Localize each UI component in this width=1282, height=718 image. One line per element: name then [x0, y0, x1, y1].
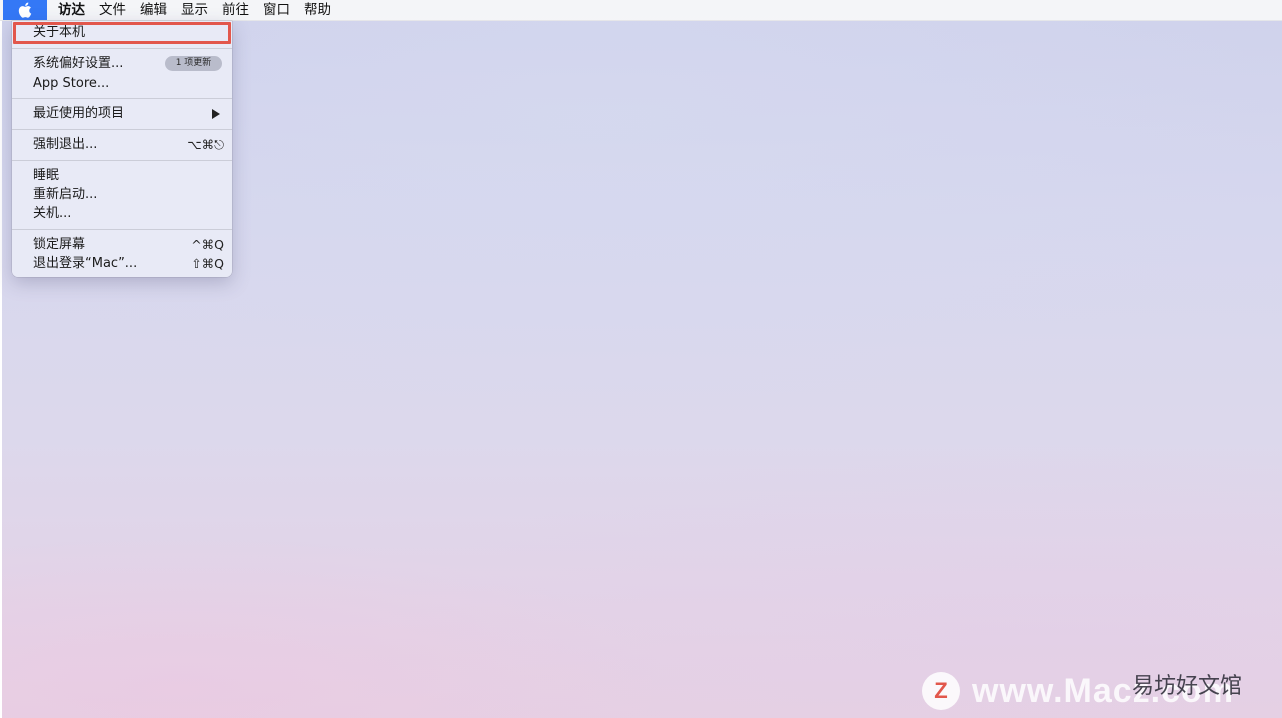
- menu-item-app-store[interactable]: App Store...: [12, 74, 232, 93]
- shortcut-label: ⇧⌘Q: [191, 256, 224, 271]
- annotation-highlight-box: [13, 22, 231, 44]
- menu-item-label: 睡眠: [33, 168, 60, 183]
- menu-separator: [12, 229, 232, 230]
- menubar-edit[interactable]: 编辑: [133, 0, 174, 20]
- watermark-logo-letter: Z: [934, 678, 948, 703]
- menubar-help[interactable]: 帮助: [297, 0, 338, 20]
- watermark-logo-icon: Z: [922, 672, 960, 710]
- menu-bar: 访达 文件 编辑 显示 前往 窗口 帮助: [0, 0, 1282, 21]
- watermark-site-name: 易坊好文馆: [1132, 674, 1243, 699]
- menu-item-label: App Store...: [33, 76, 110, 91]
- menu-separator: [12, 98, 232, 99]
- menu-item-restart[interactable]: 重新启动...: [12, 185, 232, 204]
- menu-item-recent-items[interactable]: 最近使用的项目: [12, 104, 232, 123]
- update-badge: 1 项更新: [165, 56, 222, 71]
- menu-item-system-preferences[interactable]: 系统偏好设置... 1 项更新: [12, 54, 232, 73]
- menu-item-lock-screen[interactable]: 锁定屏幕 ^⌘Q: [12, 235, 232, 254]
- menu-item-label: 重新启动...: [33, 187, 98, 202]
- shortcut-label: ^⌘Q: [191, 237, 224, 252]
- apple-dropdown-menu: 关于本机 系统偏好设置... 1 项更新 App Store... 最近使用的项…: [12, 21, 232, 277]
- menubar-file[interactable]: 文件: [92, 0, 133, 20]
- menu-item-label: 退出登录“Mac”...: [33, 256, 138, 271]
- apple-logo-icon: [18, 2, 32, 18]
- shortcut-label: ⌥⌘⎋: [187, 137, 224, 152]
- menu-item-label: 关机...: [33, 206, 72, 221]
- menu-separator: [12, 48, 232, 49]
- menu-separator: [12, 160, 232, 161]
- menu-item-sleep[interactable]: 睡眠: [12, 166, 232, 185]
- menu-item-label: 系统偏好设置...: [33, 56, 124, 71]
- menu-item-label: 最近使用的项目: [33, 106, 125, 121]
- menubar-go[interactable]: 前往: [215, 0, 256, 20]
- menu-item-label: 锁定屏幕: [33, 237, 86, 252]
- menubar-finder[interactable]: 访达: [51, 0, 92, 20]
- submenu-arrow-icon: [212, 109, 220, 119]
- watermark: Z www.Macz.com 易坊好文馆: [922, 670, 1272, 712]
- menu-separator: [12, 129, 232, 130]
- menubar-window[interactable]: 窗口: [256, 0, 297, 20]
- apple-menu-button[interactable]: [3, 0, 47, 20]
- menu-item-label: 强制退出...: [33, 137, 98, 152]
- menubar-view[interactable]: 显示: [174, 0, 215, 20]
- menu-item-shutdown[interactable]: 关机...: [12, 204, 232, 223]
- menu-item-logout[interactable]: 退出登录“Mac”... ⇧⌘Q: [12, 254, 232, 273]
- menu-item-force-quit[interactable]: 强制退出... ⌥⌘⎋: [12, 135, 232, 154]
